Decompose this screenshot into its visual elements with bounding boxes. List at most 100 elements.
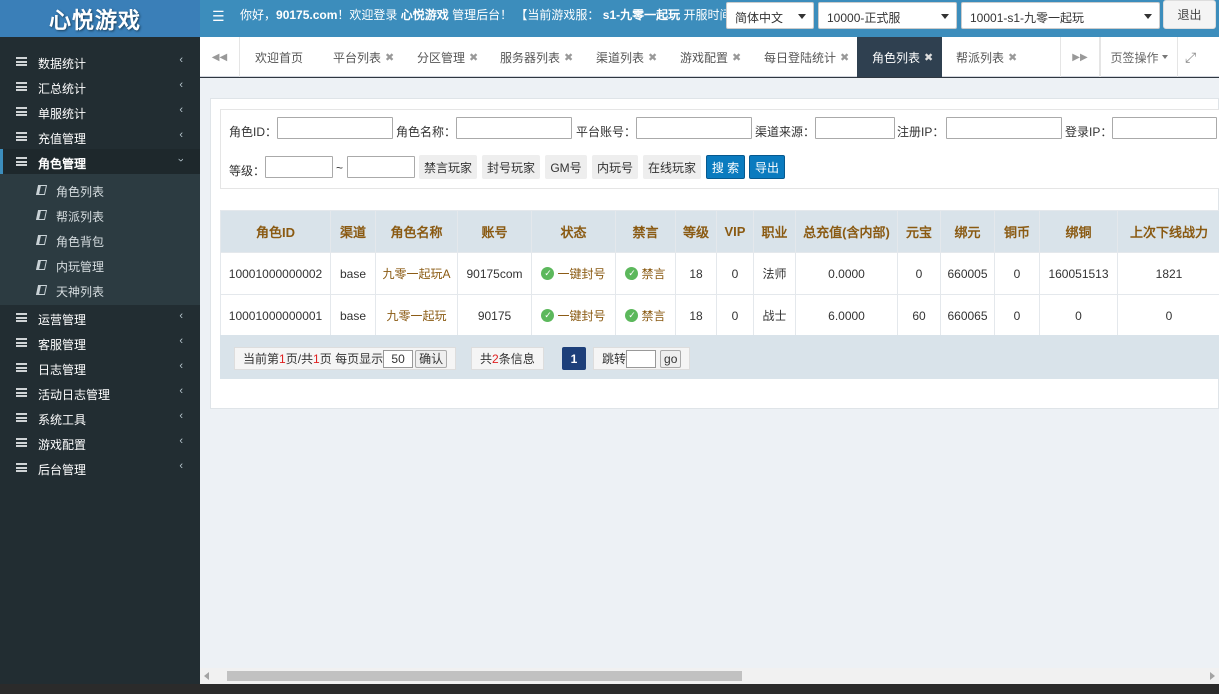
gm-accounts-button[interactable]: GM号 xyxy=(545,155,587,179)
search-button[interactable]: 搜 索 xyxy=(706,155,745,179)
tab-scroll-right-icon[interactable]: ▶▶ xyxy=(1060,37,1100,77)
scroll-left-arrow-icon[interactable] xyxy=(204,672,209,680)
scrollbar-thumb[interactable] xyxy=(227,671,742,681)
cell-recharge: 6.0000 xyxy=(795,294,898,337)
col-header-role-name[interactable]: 角色名称 xyxy=(375,210,458,253)
sidebar-subitem-guild-list[interactable]: 帮派列表 xyxy=(0,202,200,227)
channel-input[interactable] xyxy=(815,117,895,139)
sidebar-item-role-management[interactable]: 角色管理 ‹ xyxy=(0,149,200,174)
total-pages: 1 xyxy=(313,351,320,366)
reg-ip-input[interactable] xyxy=(946,117,1062,139)
role-id-input[interactable] xyxy=(277,117,393,139)
close-icon[interactable]: ✖ xyxy=(564,51,573,64)
col-header-last-power[interactable]: 上次下线战力 xyxy=(1117,210,1219,253)
col-header-recharge[interactable]: 总充值(含内部) xyxy=(795,210,898,253)
col-header-vip[interactable]: VIP xyxy=(716,210,754,253)
col-header-role-id[interactable]: 角色ID xyxy=(220,210,331,253)
close-icon[interactable]: ✖ xyxy=(469,51,478,64)
sidebar-item-customer-service[interactable]: 客服管理 ‹ xyxy=(0,330,200,355)
pagination: 当前第 1 页/共 1 页 每页显示 50 确认 共 2 条信息 1 跳转 go xyxy=(220,335,1219,379)
fullscreen-icon[interactable]: ⤢ xyxy=(1185,49,1196,66)
level-max-input[interactable] xyxy=(347,156,415,178)
tab-channel-list[interactable]: 渠道列表 ✖ xyxy=(596,37,657,77)
chevron-left-icon: ‹ xyxy=(179,360,183,372)
mute-action-link[interactable]: ✓ 禁言 xyxy=(625,307,666,324)
sidebar-item-logs[interactable]: 日志管理 ‹ xyxy=(0,355,200,380)
account-input[interactable] xyxy=(636,117,752,139)
mute-action-link[interactable]: ✓ 禁言 xyxy=(625,265,666,282)
book-icon xyxy=(35,260,48,270)
ban-action-link[interactable]: ✓ 一键封号 xyxy=(541,307,606,324)
per-page-input[interactable]: 50 xyxy=(383,349,414,368)
close-icon[interactable]: ✖ xyxy=(385,51,394,64)
table-row[interactable]: 10001000000001 base 九零一起玩 90175 ✓ 一键封号 ✓ 禁… xyxy=(220,294,1219,337)
close-icon[interactable]: ✖ xyxy=(1008,51,1017,64)
close-icon[interactable]: ✖ xyxy=(840,51,849,64)
sidebar-subitem-internal[interactable]: 内玩管理 xyxy=(0,252,200,277)
server-select[interactable]: 10001-s1-九零一起玩 xyxy=(961,2,1160,29)
sidebar-item-activity-logs[interactable]: 活动日志管理 ‹ xyxy=(0,380,200,405)
sidebar-subitem-role-list[interactable]: 角色列表 xyxy=(0,177,200,202)
table-row[interactable]: 10001000000002 base 九零一起玩A 90175com ✓ 一键封… xyxy=(220,252,1219,295)
col-header-job[interactable]: 职业 xyxy=(753,210,796,253)
jump-go-button[interactable]: go xyxy=(660,349,682,368)
sidebar-item-summary-stats[interactable]: 汇总统计 ‹ xyxy=(0,74,200,99)
sidebar-item-server-stats[interactable]: 单服统计 ‹ xyxy=(0,99,200,124)
tab-daily-login-stats[interactable]: 每日登陆统计 ✖ xyxy=(764,37,849,77)
tab-game-config[interactable]: 游戏配置 ✖ xyxy=(680,37,741,77)
cell-bind-yuan: 660005 xyxy=(940,252,995,295)
col-header-channel[interactable]: 渠道 xyxy=(330,210,376,253)
tab-role-list[interactable]: 角色列表 ✖ xyxy=(857,37,942,77)
tab-zone-management[interactable]: 分区管理 ✖ xyxy=(417,37,478,77)
sidebar-item-admin[interactable]: 后台管理 ‹ xyxy=(0,455,200,480)
tab-platform-list[interactable]: 平台列表 ✖ xyxy=(333,37,394,77)
muted-players-button[interactable]: 禁言玩家 xyxy=(419,155,477,179)
environment-select[interactable]: 10000-正式服 xyxy=(818,2,957,29)
internal-accounts-button[interactable]: 内玩号 xyxy=(592,155,638,179)
close-icon[interactable]: ✖ xyxy=(732,51,741,64)
col-header-status[interactable]: 状态 xyxy=(531,210,616,253)
per-page-confirm-button[interactable]: 确认 xyxy=(415,349,448,368)
logo[interactable]: 心悦游戏 xyxy=(0,0,200,37)
cell-last-power: 1821 xyxy=(1117,252,1219,295)
role-name-input[interactable] xyxy=(456,117,572,139)
scroll-right-arrow-icon[interactable] xyxy=(1210,672,1215,680)
tab-server-list[interactable]: 服务器列表 ✖ xyxy=(500,37,573,77)
sidebar-subitem-gods[interactable]: 天神列表 xyxy=(0,277,200,302)
sidebar-subitem-role-bag[interactable]: 角色背包 xyxy=(0,227,200,252)
col-header-copper[interactable]: 铜币 xyxy=(994,210,1040,253)
sidebar-item-recharge[interactable]: 充值管理 ‹ xyxy=(0,124,200,149)
ban-action-link[interactable]: ✓ 一键封号 xyxy=(541,265,606,282)
level-min-input[interactable] xyxy=(265,156,333,178)
language-select[interactable]: 简体中文 xyxy=(726,2,814,29)
online-players-button[interactable]: 在线玩家 xyxy=(643,155,701,179)
hamburger-menu-icon[interactable]: ☰ xyxy=(212,8,225,25)
col-header-bind-copper[interactable]: 绑铜 xyxy=(1039,210,1118,253)
tab-scroll-left-icon[interactable]: ◀◀ xyxy=(200,37,240,77)
sidebar-item-game-config[interactable]: 游戏配置 ‹ xyxy=(0,430,200,455)
sidebar-item-system-tools[interactable]: 系统工具 ‹ xyxy=(0,405,200,430)
page-button-current[interactable]: 1 xyxy=(562,347,586,370)
export-button[interactable]: 导出 xyxy=(749,155,785,179)
col-header-yuanbao[interactable]: 元宝 xyxy=(897,210,941,253)
logout-button[interactable]: 退出 xyxy=(1163,0,1216,29)
chevron-left-icon: ‹ xyxy=(179,460,183,472)
col-header-mute[interactable]: 禁言 xyxy=(615,210,676,253)
close-icon[interactable]: ✖ xyxy=(924,51,933,64)
horizontal-scrollbar[interactable] xyxy=(200,668,1219,684)
tab-guild-list[interactable]: 帮派列表 ✖ xyxy=(956,37,1017,77)
login-ip-input[interactable] xyxy=(1112,117,1217,139)
col-header-account[interactable]: 账号 xyxy=(457,210,532,253)
col-header-bind-yuan[interactable]: 绑元 xyxy=(940,210,995,253)
tab-operations-dropdown[interactable]: 页签操作 xyxy=(1100,37,1178,77)
jump-page-input[interactable] xyxy=(626,349,657,368)
menu-icon xyxy=(16,157,27,166)
banned-players-button[interactable]: 封号玩家 xyxy=(482,155,540,179)
col-header-level[interactable]: 等级 xyxy=(675,210,717,253)
close-icon[interactable]: ✖ xyxy=(648,51,657,64)
sidebar-item-data-stats[interactable]: 数据统计 ‹ xyxy=(0,49,200,74)
tab-home[interactable]: 欢迎首页 xyxy=(255,37,303,77)
role-name-link[interactable]: 九零一起玩 xyxy=(386,309,446,323)
role-name-link[interactable]: 九零一起玩A xyxy=(382,267,450,281)
sidebar-item-operations[interactable]: 运营管理 ‹ xyxy=(0,305,200,330)
